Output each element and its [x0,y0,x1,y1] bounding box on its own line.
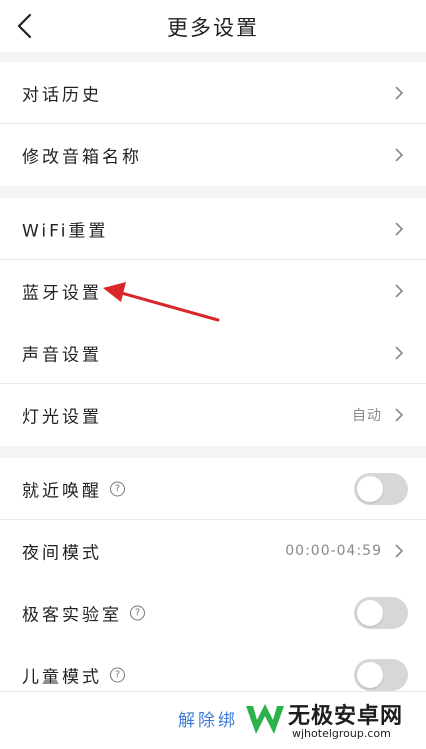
row-sound-settings[interactable]: 声音设置 [0,322,426,384]
row-label: 就近唤醒 ? [22,477,125,502]
watermark-name: 无极安卓网 [288,704,404,729]
chevron-right-icon [395,284,404,298]
row-label: 灯光设置 [22,407,102,428]
row-nearby-wake: 就近唤醒 ? [0,458,426,520]
row-label-text: 就近唤醒 [22,481,102,502]
chevron-right-icon [395,222,404,236]
toggle-knob [357,600,383,626]
row-label: 夜间模式 [22,543,102,564]
row-label-text: 儿童模式 [22,667,102,688]
chevron-right-icon [395,346,404,360]
toggle-knob [357,476,383,502]
row-label: 修改音箱名称 [22,147,142,168]
unbind-button[interactable]: 解除绑定 [178,706,238,731]
row-light-settings[interactable]: 灯光设置 自动 [0,384,426,446]
row-label: 儿童模式 ? [22,663,125,688]
page-title: 更多设置 [167,16,259,40]
chevron-right-icon [395,544,404,558]
chevron-right-icon [395,408,404,422]
question-circle-icon[interactable]: ? [110,481,125,497]
chevron-right-icon [395,148,404,162]
row-label: WiFi重置 [22,221,109,242]
chevron-right-icon [395,86,404,100]
row-night-mode[interactable]: 夜间模式 00:00-04:59 [0,520,426,582]
green-w-logo-icon [246,704,284,734]
geek-lab-toggle[interactable] [354,597,408,629]
header-bar: 更多设置 [0,0,426,52]
watermark: 无极安卓网 wjhotelgroup.com [240,690,426,749]
watermark-url: wjhotelgroup.com [292,727,391,740]
row-label: 极客实验室 ? [22,601,145,626]
row-chat-history[interactable]: 对话历史 [0,62,426,124]
settings-group-modes: 就近唤醒 ? 夜间模式 00:00-04:59 极客实验室 ? 儿童模式 ? [0,458,426,691]
row-label: 蓝牙设置 [22,283,102,304]
row-rename-speaker[interactable]: 修改音箱名称 [0,124,426,186]
row-geek-lab: 极客实验室 ? [0,582,426,644]
row-label: 对话历史 [22,85,102,106]
row-value: 00:00-04:59 [285,543,382,559]
row-wifi-reset[interactable]: WiFi重置 [0,198,426,260]
settings-group-device: WiFi重置 蓝牙设置 声音设置 灯光设置 自动 [0,198,426,446]
toggle-knob [357,662,383,688]
row-value: 自动 [352,408,382,424]
row-label: 声音设置 [22,345,102,366]
question-circle-icon[interactable]: ? [130,605,145,621]
row-kids-mode: 儿童模式 ? [0,644,426,691]
question-circle-icon[interactable]: ? [110,667,125,683]
nearby-wake-toggle[interactable] [354,473,408,505]
row-label-text: 极客实验室 [22,605,122,626]
row-bluetooth-settings[interactable]: 蓝牙设置 [0,260,426,322]
settings-group-general: 对话历史 修改音箱名称 [0,62,426,186]
kids-mode-toggle[interactable] [354,659,408,691]
